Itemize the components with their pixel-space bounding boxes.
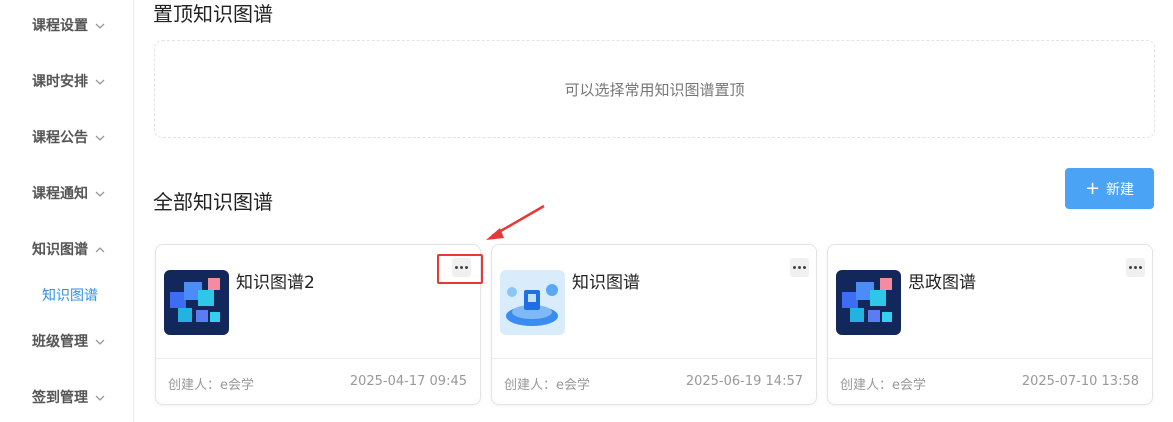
sidebar-item-announcements[interactable]: 课程公告 (32, 126, 106, 150)
sidebar-item-notifications[interactable]: 课程通知 (32, 182, 106, 206)
sidebar-item-label: 签到管理 (32, 390, 88, 406)
graph-name: 知识图谱2 (236, 273, 315, 293)
graph-date: 2025-04-17 09:45 (349, 374, 467, 389)
card-divider (492, 358, 816, 359)
graph-card[interactable]: 知识图谱2 创建人：e会学 2025-04-17 09:45 (155, 244, 481, 405)
sidebar-item-label: 课程通知 (32, 186, 88, 202)
graph-date: 2025-06-19 14:57 (685, 374, 803, 389)
chevron-down-icon (95, 395, 105, 401)
sidebar-item-course-settings[interactable]: 课程设置 (32, 14, 106, 38)
chevron-down-icon (95, 135, 105, 141)
all-graphs-section-title: 全部知识图谱 (153, 190, 273, 214)
pinned-empty-text: 可以选择常用知识图谱置顶 (564, 80, 745, 99)
more-options-button[interactable] (790, 258, 809, 277)
annotation-arrow-icon (486, 204, 545, 240)
more-options-button[interactable] (1126, 258, 1145, 277)
sidebar-item-checkin-management[interactable]: 签到管理 (32, 386, 106, 410)
graph-creator: 创建人：e会学 (840, 378, 926, 393)
graph-creator: 创建人：e会学 (168, 378, 254, 393)
chevron-down-icon (95, 191, 105, 197)
sidebar-item-class-management[interactable]: 班级管理 (32, 330, 106, 354)
plus-icon: + (1084, 177, 1101, 199)
sidebar: 课程设置 课时安排 课程公告 课程通知 知识图谱 知识图谱 班级管理 签到管理 (0, 0, 134, 422)
graph-name: 知识图谱 (572, 273, 640, 293)
graph-name: 思政图谱 (908, 273, 976, 293)
pinned-empty-area: 可以选择常用知识图谱置顶 (154, 40, 1155, 138)
card-divider (156, 358, 480, 359)
sidebar-item-schedule[interactable]: 课时安排 (32, 70, 106, 94)
new-graph-button[interactable]: + 新建 (1065, 168, 1154, 209)
sidebar-item-label: 课程公告 (32, 130, 88, 146)
highlight-box (437, 254, 483, 284)
graph-thumbnail (164, 270, 229, 335)
sidebar-subitem-knowledge-graph[interactable]: 知识图谱 (42, 284, 98, 308)
chevron-up-icon (95, 247, 105, 253)
sidebar-item-label: 知识图谱 (32, 242, 88, 258)
sidebar-item-label: 课时安排 (32, 74, 88, 90)
graph-card[interactable]: 思政图谱 创建人：e会学 2025-07-10 13:58 (827, 244, 1153, 405)
chevron-down-icon (95, 23, 105, 29)
graph-creator: 创建人：e会学 (504, 378, 590, 393)
new-button-label: 新建 (1106, 181, 1135, 198)
graph-thumbnail (500, 270, 565, 335)
graph-date: 2025-07-10 13:58 (1021, 374, 1139, 389)
card-divider (828, 358, 1152, 359)
sidebar-item-knowledge-graph[interactable]: 知识图谱 (32, 238, 106, 262)
pinned-section-title: 置顶知识图谱 (153, 2, 273, 26)
sidebar-item-label: 课程设置 (32, 18, 88, 34)
graph-card[interactable]: 知识图谱 创建人：e会学 2025-06-19 14:57 (491, 244, 817, 405)
chevron-down-icon (95, 339, 105, 345)
graph-thumbnail (836, 270, 901, 335)
chevron-down-icon (95, 79, 105, 85)
sidebar-item-label: 班级管理 (32, 334, 88, 350)
